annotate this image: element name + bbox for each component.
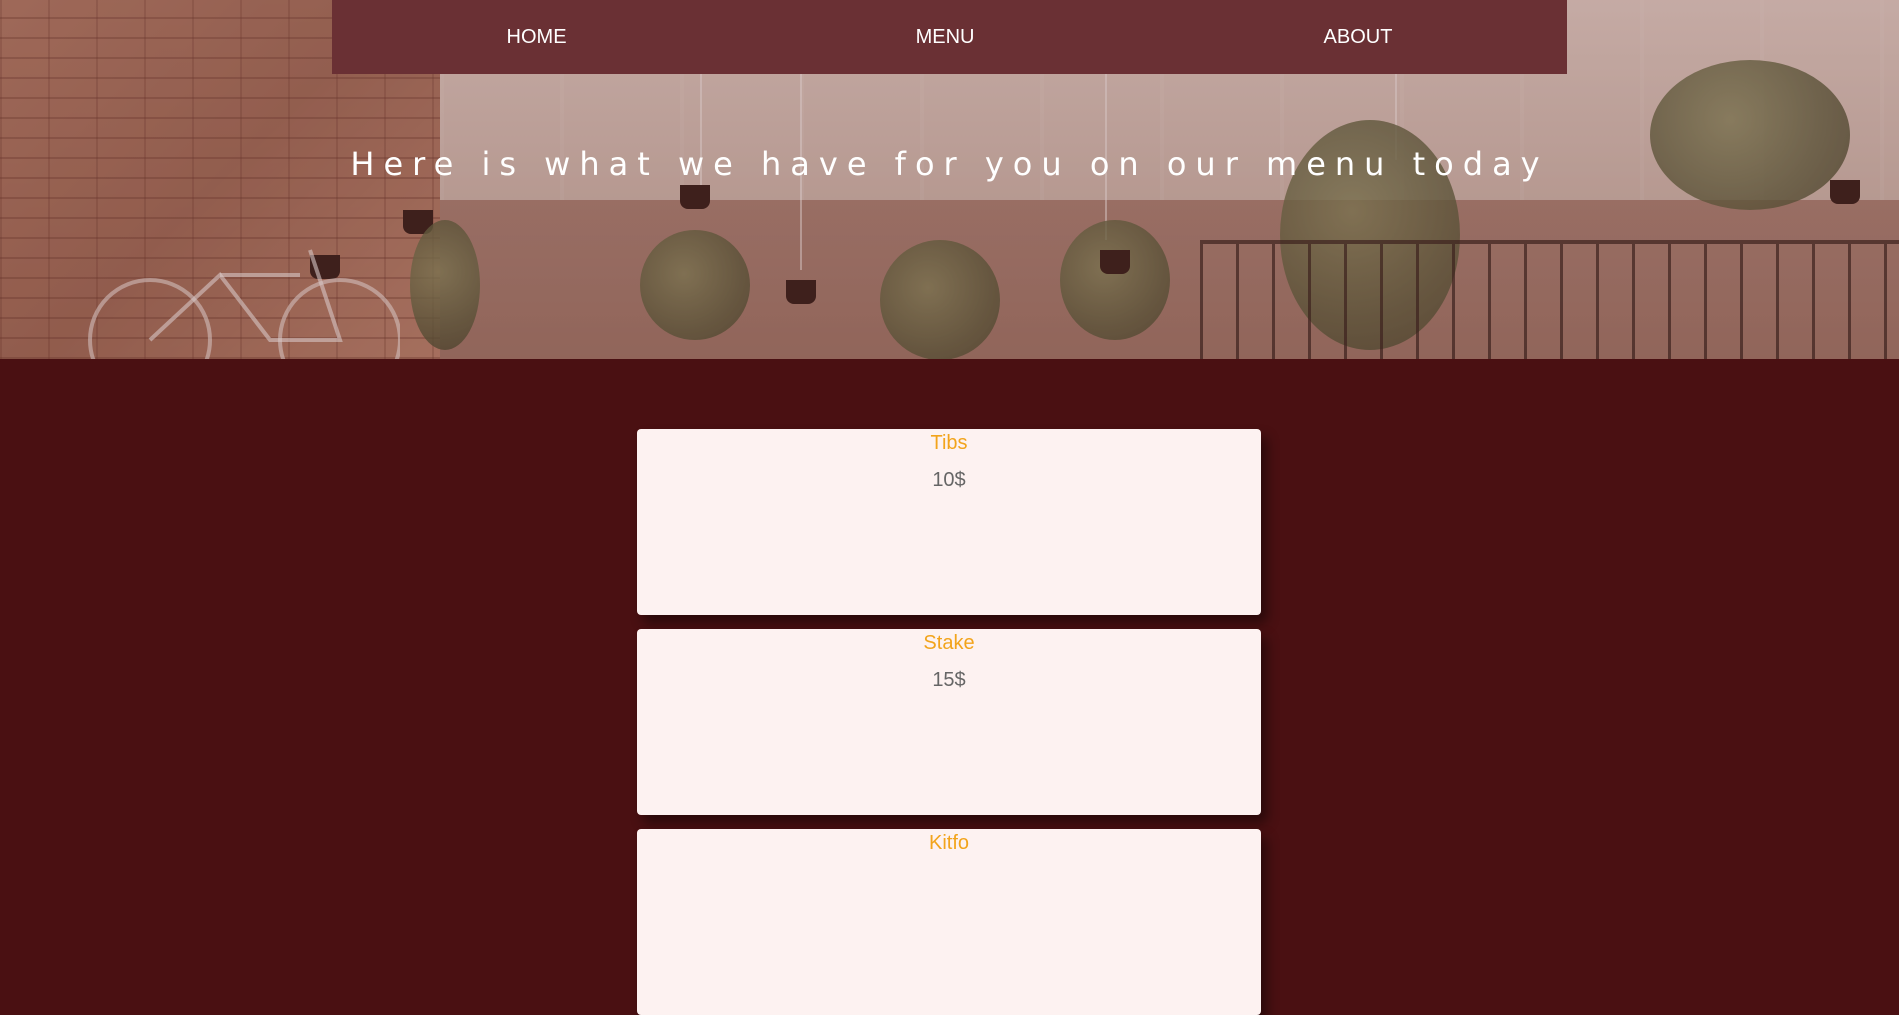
menu-item-card[interactable]: Tibs 10$ <box>637 429 1261 615</box>
menu-item-name: Tibs <box>930 432 968 454</box>
menu-item-card[interactable]: Kitfo <box>637 829 1261 1015</box>
menu-item-price: 15$ <box>932 669 966 691</box>
menu-item-price: 10$ <box>932 469 966 491</box>
hero-title: Here is what we have for you on our menu… <box>350 145 1549 183</box>
nav-home-link[interactable]: HOME <box>467 26 607 49</box>
nav-menu-link[interactable]: MENU <box>876 26 1015 49</box>
menu-section: Tibs 10$ Stake 15$ Kitfo <box>0 359 1899 1015</box>
nav-about-link[interactable]: ABOUT <box>1284 26 1433 49</box>
menu-item-name: Kitfo <box>928 832 970 854</box>
menu-item-name: Stake <box>923 632 975 654</box>
top-navbar: HOME MENU ABOUT <box>332 0 1567 74</box>
menu-item-card[interactable]: Stake 15$ <box>637 629 1261 815</box>
